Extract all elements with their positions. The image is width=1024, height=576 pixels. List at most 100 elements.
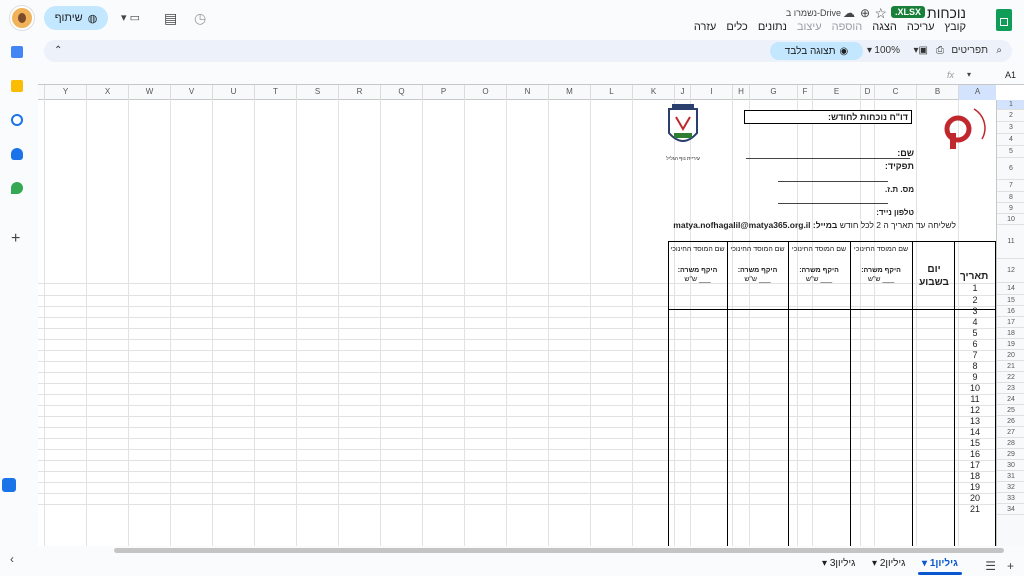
row-header[interactable]: 1 bbox=[997, 100, 1024, 110]
day-number-cell[interactable]: 16 bbox=[954, 449, 996, 459]
column-header[interactable]: V bbox=[170, 85, 212, 100]
day-number-cell[interactable]: 8 bbox=[954, 361, 996, 371]
menu-tools[interactable]: כלים bbox=[726, 21, 747, 33]
column-header[interactable]: C bbox=[874, 85, 916, 100]
print-icon[interactable]: ⎙ bbox=[936, 45, 944, 56]
menu-help[interactable]: עזרה bbox=[694, 21, 716, 33]
day-number-cell[interactable]: 4 bbox=[954, 317, 996, 327]
avatar[interactable] bbox=[10, 6, 34, 30]
row-header[interactable]: 19 bbox=[997, 339, 1024, 350]
row-header[interactable]: 8 bbox=[997, 192, 1024, 203]
row-header[interactable]: 17 bbox=[997, 317, 1024, 328]
row-header[interactable]: 20 bbox=[997, 350, 1024, 361]
column-header[interactable]: L bbox=[590, 85, 632, 100]
row-header[interactable]: 24 bbox=[997, 394, 1024, 405]
column-header[interactable]: A bbox=[958, 85, 996, 100]
day-number-cell[interactable]: 20 bbox=[954, 493, 996, 503]
row-header[interactable]: 16 bbox=[997, 306, 1024, 317]
search-icon[interactable]: ⌕ bbox=[996, 45, 1002, 56]
row-header[interactable]: 30 bbox=[997, 460, 1024, 471]
column-header[interactable]: J bbox=[674, 85, 690, 100]
column-header[interactable]: G bbox=[749, 85, 797, 100]
collapse-menus-icon[interactable]: ⌃ bbox=[54, 45, 62, 56]
column-header[interactable]: K bbox=[632, 85, 674, 100]
menu-view[interactable]: הצגה bbox=[872, 21, 897, 33]
row-header[interactable]: 6 bbox=[997, 158, 1024, 180]
menu-format[interactable]: עיצוב bbox=[797, 21, 822, 33]
row-header[interactable]: 29 bbox=[997, 449, 1024, 460]
move-icon[interactable]: ⊕ bbox=[860, 6, 870, 20]
row-header[interactable]: 2 bbox=[997, 110, 1024, 122]
add-addon-icon[interactable]: + bbox=[11, 231, 20, 247]
all-sheets-icon[interactable]: ☰ bbox=[985, 559, 996, 573]
maps-icon[interactable] bbox=[11, 182, 23, 194]
row-header[interactable]: 7 bbox=[997, 180, 1024, 192]
column-header[interactable]: W bbox=[128, 85, 170, 100]
column-header[interactable]: O bbox=[464, 85, 506, 100]
sheet-tab-3[interactable]: ▾ גיליון3 bbox=[822, 558, 855, 569]
zoom-dropdown-icon[interactable]: ▾ bbox=[867, 45, 872, 56]
column-header[interactable]: P bbox=[422, 85, 464, 100]
add-sheet-icon[interactable]: + bbox=[1007, 559, 1014, 573]
column-header[interactable]: U bbox=[212, 85, 254, 100]
column-header[interactable]: M bbox=[548, 85, 590, 100]
day-number-cell[interactable]: 21 bbox=[954, 504, 996, 514]
day-number-cell[interactable]: 12 bbox=[954, 405, 996, 415]
star-icon[interactable]: ☆ bbox=[874, 6, 887, 20]
paint-format-icon[interactable]: ▾▣ bbox=[914, 45, 928, 56]
keep-icon[interactable] bbox=[11, 80, 23, 92]
row-header[interactable]: 34 bbox=[997, 504, 1024, 515]
menus-search[interactable]: תפריטים bbox=[951, 45, 988, 56]
column-header[interactable]: S bbox=[296, 85, 338, 100]
row-header[interactable]: 15 bbox=[997, 295, 1024, 306]
day-number-cell[interactable]: 14 bbox=[954, 427, 996, 437]
menu-file[interactable]: קובץ bbox=[945, 21, 966, 33]
day-number-cell[interactable]: 10 bbox=[954, 383, 996, 393]
row-header[interactable]: 31 bbox=[997, 471, 1024, 482]
menu-edit[interactable]: עריכה bbox=[907, 21, 935, 33]
column-header[interactable]: X bbox=[86, 85, 128, 100]
column-header[interactable]: T bbox=[254, 85, 296, 100]
row-header[interactable]: 25 bbox=[997, 405, 1024, 416]
day-number-cell[interactable]: 15 bbox=[954, 438, 996, 448]
contacts-icon[interactable] bbox=[11, 148, 23, 160]
column-header[interactable]: R bbox=[338, 85, 380, 100]
sheet-tab-1[interactable]: ▾ גיליון1 bbox=[918, 558, 962, 575]
row-header[interactable]: 28 bbox=[997, 438, 1024, 449]
day-number-cell[interactable]: 2 bbox=[954, 295, 996, 305]
spreadsheet-grid[interactable]: ABCDEFGHIJKLMNOPQRSTUVWXY 1 2 3 4 5 6 7 8 9 10 11 1… bbox=[38, 84, 1024, 546]
zoom-select[interactable]: 100% bbox=[874, 45, 900, 56]
day-number-cell[interactable]: 5 bbox=[954, 328, 996, 338]
column-header[interactable]: Y bbox=[44, 85, 86, 100]
row-header[interactable]: 33 bbox=[997, 493, 1024, 504]
comments-icon[interactable]: ▤ bbox=[164, 11, 177, 25]
day-number-cell[interactable]: 3 bbox=[954, 306, 996, 316]
row-header[interactable]: 21 bbox=[997, 361, 1024, 372]
row-header[interactable]: 10 bbox=[997, 214, 1024, 225]
day-number-cell[interactable]: 1 bbox=[954, 283, 996, 293]
column-header[interactable]: F bbox=[797, 85, 812, 100]
row-header[interactable]: 14 bbox=[997, 283, 1024, 295]
calendar-icon[interactable] bbox=[11, 46, 23, 58]
name-box-dropdown-icon[interactable]: ▾ bbox=[967, 70, 971, 79]
row-header[interactable]: 12 bbox=[997, 259, 1024, 283]
row-header[interactable]: 18 bbox=[997, 328, 1024, 339]
row-header[interactable]: 27 bbox=[997, 427, 1024, 438]
row-header[interactable]: 5 bbox=[997, 146, 1024, 158]
column-header[interactable]: E bbox=[812, 85, 860, 100]
share-button[interactable]: שיתוף ◍ bbox=[44, 6, 108, 30]
teamviewer-icon[interactable] bbox=[2, 478, 16, 492]
row-header[interactable]: 4 bbox=[997, 134, 1024, 146]
cloud-saved-icon[interactable]: ☁ bbox=[843, 6, 855, 20]
day-number-cell[interactable]: 6 bbox=[954, 339, 996, 349]
column-header[interactable]: B bbox=[916, 85, 958, 100]
row-header[interactable]: 32 bbox=[997, 482, 1024, 493]
day-number-cell[interactable]: 9 bbox=[954, 372, 996, 382]
day-number-cell[interactable]: 18 bbox=[954, 471, 996, 481]
column-header[interactable]: Q bbox=[380, 85, 422, 100]
column-header[interactable]: H bbox=[732, 85, 749, 100]
history-icon[interactable]: ◷ bbox=[194, 11, 206, 25]
name-box[interactable]: A1 bbox=[1005, 70, 1016, 80]
day-number-cell[interactable]: 19 bbox=[954, 482, 996, 492]
day-number-cell[interactable]: 13 bbox=[954, 416, 996, 426]
